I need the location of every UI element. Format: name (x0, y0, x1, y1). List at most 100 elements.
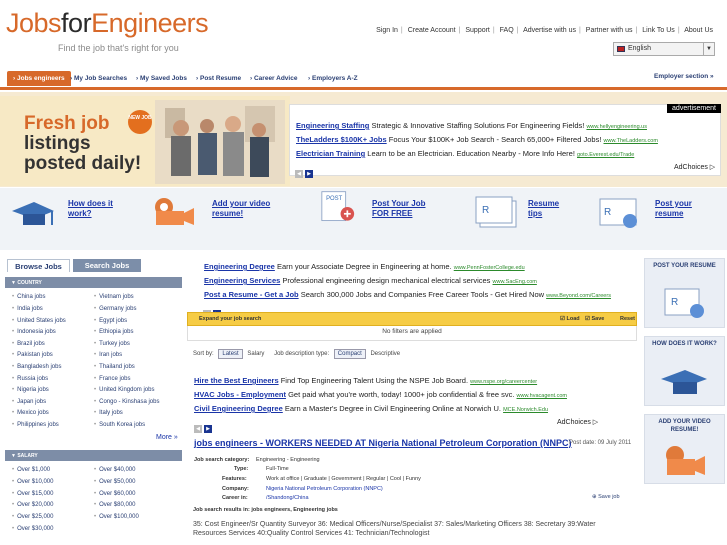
country-link[interactable]: Mexico jobs (12, 410, 49, 416)
expand-search-label: Expand your job search (199, 316, 262, 322)
career-link[interactable]: /Shandong/China (266, 495, 309, 501)
add-video-resume-link[interactable]: Add your video resume! (212, 199, 270, 219)
country-link[interactable]: Vietnam jobs (94, 294, 134, 300)
country-link[interactable]: United States jobs (12, 318, 66, 324)
center-ad-5[interactable]: HVAC Jobs - Employment Get paid what you… (194, 390, 567, 399)
country-link[interactable]: Brazil jobs (12, 341, 45, 347)
faq-link[interactable]: FAQ (500, 27, 514, 34)
country-link[interactable]: Turkey jobs (94, 341, 130, 347)
country-header[interactable]: ▼ COUNTRY (5, 277, 182, 288)
nav-my-job-searches[interactable]: › My Job Searches (70, 75, 127, 82)
link-to-us-link[interactable]: Link To Us (642, 27, 675, 34)
post-resume-card[interactable]: POST YOUR RESUME R (644, 258, 725, 328)
salary-link[interactable]: Over $100,000 (94, 514, 139, 520)
salary-link[interactable]: Over $20,000 (12, 502, 53, 508)
country-link[interactable]: Pakistan jobs (12, 352, 53, 358)
banner-ad-3[interactable]: Electrician Training Learn to be an Elec… (296, 149, 634, 158)
salary-link[interactable]: Over $15,000 (12, 491, 53, 497)
company-link[interactable]: Nigeria National Petroleum Corporation (… (266, 486, 383, 492)
salary-link[interactable]: Over $30,000 (12, 526, 53, 532)
how-it-works-link[interactable]: How does it work? (68, 199, 113, 219)
salary-link[interactable]: Over $1,000 (12, 467, 50, 473)
next-arrow-icon[interactable]: ▶ (204, 425, 212, 433)
country-link[interactable]: Bangladesh jobs (12, 364, 61, 370)
load-button[interactable]: ☑ Load (560, 316, 580, 322)
nav-my-saved-jobs[interactable]: › My Saved Jobs (136, 75, 187, 82)
salary-link[interactable]: Over $60,000 (94, 491, 135, 497)
prev-arrow-icon[interactable]: ◀ (194, 425, 202, 433)
about-us-link[interactable]: About Us (684, 27, 713, 34)
country-link[interactable]: United Kingdom jobs (94, 387, 154, 393)
tab-search-jobs[interactable]: Search Jobs (73, 259, 141, 272)
nav-jobs-engineers[interactable]: › Jobs engineers (7, 71, 71, 86)
country-link[interactable]: Thailand jobs (94, 364, 135, 370)
center-ad-6[interactable]: Civil Engineering Degree Earn a Master's… (194, 404, 548, 413)
save-job-button[interactable]: ⊕ Save job (592, 494, 620, 500)
create-account-link[interactable]: Create Account (408, 27, 456, 34)
adchoices-link[interactable]: AdChoices ▷ (674, 163, 715, 171)
center-ad-2[interactable]: Engineering Services Professional engine… (204, 276, 537, 285)
banner-ad-2[interactable]: TheLadders $100K+ Jobs Focus Your $100K+… (296, 135, 658, 144)
country-link[interactable]: South Korea jobs (94, 422, 145, 428)
country-link[interactable]: France jobs (94, 376, 130, 382)
country-link[interactable]: Japan jobs (12, 399, 46, 405)
nav-employers[interactable]: › Employers A-Z (308, 75, 358, 82)
country-link[interactable]: Iran jobs (94, 352, 122, 358)
center-ad-3[interactable]: Post a Resume - Get a Job Search 300,000… (204, 290, 611, 299)
salary-link[interactable]: Over $25,000 (12, 514, 53, 520)
sort-salary-button[interactable]: Salary (247, 351, 264, 357)
salary-link[interactable]: Over $50,000 (94, 479, 135, 485)
language-value: English (628, 45, 651, 52)
prev-arrow-icon[interactable]: ◀ (295, 170, 303, 178)
sort-row: Sort by: Latest Salary Job description t… (193, 349, 400, 359)
job-title-link[interactable]: jobs engineers - WORKERS NEEDED AT Niger… (194, 438, 572, 448)
adchoices-link[interactable]: AdChoices ▷ (557, 418, 598, 426)
language-select[interactable]: English ▼ (613, 42, 715, 56)
center-ad-1[interactable]: Engineering Degree Earn your Associate D… (204, 262, 525, 271)
country-link[interactable]: Nigeria jobs (12, 387, 49, 393)
sign-in-link[interactable]: Sign In (376, 27, 398, 34)
reset-button[interactable]: Reset (620, 316, 635, 322)
site-logo[interactable]: JobsforEngineers (6, 8, 209, 39)
tab-browse-jobs[interactable]: Browse Jobs (7, 259, 70, 272)
center-ad-4[interactable]: Hire the Best Engineers Find Top Enginee… (194, 376, 537, 385)
expand-search-bar[interactable]: Expand your job search ☑ Load ☑ Save Res… (187, 312, 637, 326)
svg-text:POST: POST (326, 196, 343, 202)
country-link[interactable]: Egypt jobs (94, 318, 127, 324)
nav-post-resume[interactable]: › Post Resume (196, 75, 241, 82)
country-link[interactable]: Russia jobs (12, 376, 48, 382)
country-link[interactable]: Indonesia jobs (12, 329, 56, 335)
country-link[interactable]: Italy jobs (94, 410, 123, 416)
country-link[interactable]: India jobs (12, 306, 43, 312)
sort-latest-button[interactable]: Latest (218, 349, 243, 359)
nav-career-advice[interactable]: › Career Advice (250, 75, 297, 82)
how-it-works-card[interactable]: HOW DOES IT WORK? (644, 336, 725, 406)
salary-link[interactable]: Over $80,000 (94, 502, 135, 508)
save-button[interactable]: ☑ Save (585, 316, 604, 322)
country-link[interactable]: Germany jobs (94, 306, 136, 312)
banner-ad-1[interactable]: Engineering Staffing Strategic & Innovat… (296, 121, 647, 130)
post-job-link[interactable]: Post Your Job FOR FREE (372, 199, 426, 219)
country-link[interactable]: Ethiopia jobs (94, 329, 133, 335)
advertise-link[interactable]: Advertise with us (523, 27, 576, 34)
desc-compact-button[interactable]: Compact (333, 349, 366, 359)
resume-tips-link[interactable]: Resume tips (528, 199, 559, 219)
employer-section-link[interactable]: Employer section » (654, 73, 714, 80)
country-link[interactable]: Congo - Kinshasa jobs (94, 399, 159, 405)
type-value: Full-Time (266, 466, 289, 472)
results-label: Job search results in: jobs engineers, E… (193, 507, 338, 513)
country-link[interactable]: Philippines jobs (12, 422, 59, 428)
salary-link[interactable]: Over $10,000 (12, 479, 53, 485)
video-camera-icon (155, 198, 194, 225)
salary-link[interactable]: Over $40,000 (94, 467, 135, 473)
desc-descriptive-button[interactable]: Descriptive (370, 351, 400, 357)
support-link[interactable]: Support (465, 27, 490, 34)
partner-link[interactable]: Partner with us (586, 27, 633, 34)
video-resume-card[interactable]: ADD YOUR VIDEO RESUME! (644, 414, 725, 484)
next-arrow-icon[interactable]: ▶ (305, 170, 313, 178)
salary-header[interactable]: ▼ SALARY (5, 450, 182, 461)
logo-part-jobs: Jobs (6, 8, 62, 38)
more-countries-link[interactable]: More » (156, 434, 178, 441)
post-resume-link[interactable]: Post your resume (655, 199, 692, 219)
country-link[interactable]: China jobs (12, 294, 45, 300)
